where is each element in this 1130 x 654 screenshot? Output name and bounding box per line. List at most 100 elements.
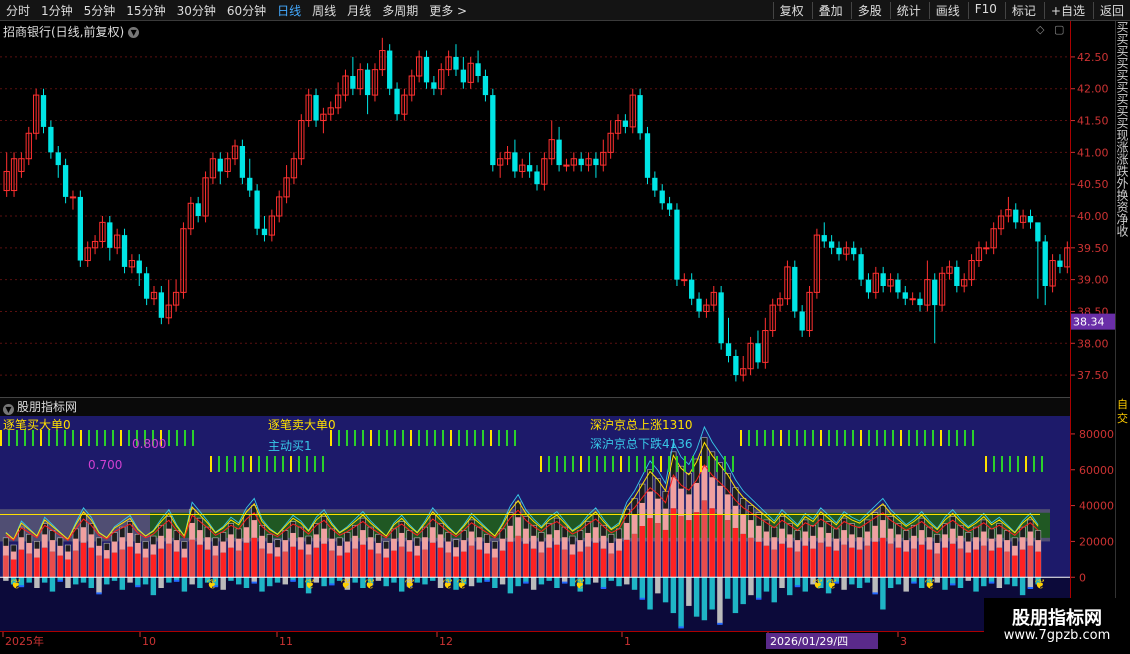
flow-bar-pink <box>965 541 971 553</box>
signal-tick <box>700 456 702 472</box>
indicator-chart[interactable]: ❦ ❦ ❦ ❦ ❦ ❦ ❦ ❦ ❦ ❦ ❦ ❦ ❦逐笔买大单0 逐笔卖大单0主动买1深沪京总上涨1310深… <box>0 416 1070 631</box>
flow-bar-neg <box>802 577 808 592</box>
flow-bar-red <box>65 559 71 578</box>
signal-tick <box>868 430 870 446</box>
flow-bar-pink <box>1019 537 1026 550</box>
candle-body <box>394 88 400 115</box>
flow-bar-pink <box>127 532 133 547</box>
flow-bar-neg <box>127 577 133 583</box>
value-pink-label: 0.800 <box>132 437 166 451</box>
flow-bar-red <box>732 527 739 578</box>
candle-body <box>387 50 393 89</box>
action-button-6[interactable]: 标记 <box>1004 2 1038 19</box>
period-tab-2[interactable]: 5分钟 <box>82 2 118 19</box>
flow-bar-pink <box>569 544 576 555</box>
flow-bar-pink <box>142 548 149 558</box>
flow-bar-red <box>942 547 948 578</box>
signal-tick <box>8 430 10 446</box>
flow-bar-neg <box>135 577 141 587</box>
candle-body <box>254 190 260 229</box>
candlestick-chart[interactable]: 招商银行(日线,前复权) ▼ ◇ ▢ <box>0 21 1071 396</box>
signal-tick <box>346 430 348 446</box>
signal-tick <box>56 430 58 446</box>
candle-body <box>983 247 990 250</box>
flow-bar-red <box>670 508 677 578</box>
period-tab-6[interactable]: 日线 <box>275 2 303 19</box>
signal-tick <box>540 456 542 472</box>
period-tab-5[interactable]: 60分钟 <box>225 2 268 19</box>
period-tab-3[interactable]: 15分钟 <box>124 2 167 19</box>
flow-bar-pink <box>150 544 157 555</box>
signal-tick <box>924 430 926 446</box>
flow-bar-pink <box>538 541 545 553</box>
signal-tick <box>274 456 276 472</box>
chevron-down-icon[interactable]: ▼ <box>128 27 140 38</box>
signal-tick <box>572 456 574 472</box>
candle-body <box>431 82 437 89</box>
signal-tick <box>556 456 558 472</box>
market-down-label: 深沪京总下跌4136 <box>590 436 693 451</box>
flow-bar-pink <box>600 535 607 549</box>
flow-bar-pink <box>810 535 816 549</box>
action-button-2[interactable]: 多股 <box>850 2 884 19</box>
flow-bar-red <box>561 549 568 578</box>
diamond-icon[interactable]: ◇ <box>1036 23 1044 36</box>
flow-bar-neg <box>973 577 979 592</box>
flow-bar-neg <box>748 577 754 596</box>
flow-bar-red <box>546 547 552 578</box>
action-button-0[interactable]: 复权 <box>772 2 806 19</box>
flow-bar-red <box>507 541 514 578</box>
period-tab-0[interactable]: 分时 <box>4 2 32 19</box>
candle-body <box>681 279 688 282</box>
flow-bar-neg <box>763 577 770 592</box>
flow-bar-red <box>41 547 48 578</box>
flow-bar-pink <box>461 540 467 552</box>
flow-bar-red <box>305 554 312 578</box>
flow-bar-pink <box>197 530 203 545</box>
flow-bar-pink <box>787 534 793 548</box>
flow-bar-neg <box>787 577 793 596</box>
period-tab-10[interactable]: 更多 > <box>427 2 469 19</box>
period-tab-9[interactable]: 多周期 <box>380 2 420 19</box>
price-tick-label: 39.00 <box>1077 274 1109 287</box>
action-button-1[interactable]: 叠加 <box>811 2 845 19</box>
flow-bar-red <box>825 546 832 578</box>
flow-bar-pink <box>453 547 459 557</box>
indicator-tick-label: 60000 <box>1079 464 1114 477</box>
signal-tick <box>474 430 476 446</box>
flow-bar-neg <box>468 577 475 587</box>
period-tab-7[interactable]: 周线 <box>310 2 338 19</box>
action-button-7[interactable]: +自选 <box>1043 2 1087 19</box>
window-icon[interactable]: ▢ <box>1054 23 1064 36</box>
flow-bar-red <box>756 541 762 578</box>
candle-body <box>1035 222 1041 242</box>
flow-bar-neg <box>41 577 48 583</box>
signal-tick <box>282 456 284 472</box>
flow-bar-neg <box>391 577 397 583</box>
butterfly-icon: ❦ <box>341 577 352 592</box>
signal-tick <box>740 430 742 446</box>
candle-body <box>556 139 562 166</box>
period-tab-1[interactable]: 1分钟 <box>39 2 75 19</box>
flow-bar-pink <box>298 537 304 550</box>
signal-tick <box>628 456 630 472</box>
signal-tick <box>844 430 846 446</box>
flow-bar-neg <box>701 577 708 621</box>
action-button-3[interactable]: 统计 <box>889 2 923 19</box>
action-button-8[interactable]: 返回 <box>1092 2 1126 19</box>
period-tab-8[interactable]: 月线 <box>345 2 373 19</box>
action-button-5[interactable]: F10 <box>967 2 999 19</box>
signal-tick <box>402 430 404 446</box>
flow-bar-red <box>150 554 157 578</box>
indicator-tick-label: 0 <box>1079 571 1086 584</box>
flow-bar-neg <box>779 577 785 588</box>
period-tab-4[interactable]: 30分钟 <box>175 2 218 19</box>
chevron-down-icon[interactable]: ▼ <box>3 404 14 415</box>
signal-tick <box>266 456 268 472</box>
flow-bar-pink <box>344 541 351 553</box>
flow-bar-pink <box>957 535 964 549</box>
flow-bar-pink <box>950 528 956 544</box>
signal-tick <box>32 430 34 446</box>
action-button-4[interactable]: 画线 <box>928 2 962 19</box>
flow-bar-red <box>950 543 956 578</box>
